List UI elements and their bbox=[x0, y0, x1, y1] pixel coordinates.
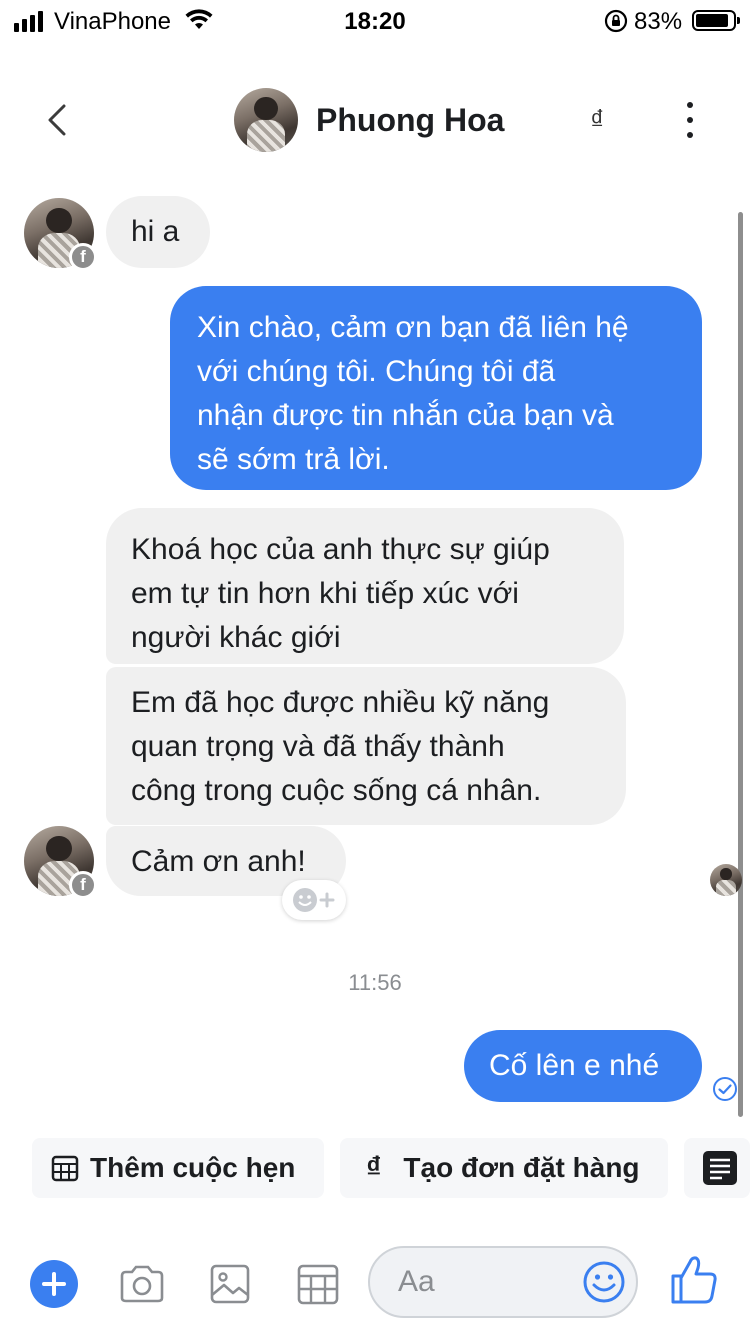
back-button[interactable] bbox=[36, 98, 80, 142]
facebook-icon: f bbox=[69, 871, 97, 899]
message-line: với chúng tôi. Chúng tôi đã bbox=[197, 355, 556, 388]
avatar: f bbox=[24, 826, 97, 899]
quick-reply-label: Tạo đơn đặt hàng bbox=[403, 1152, 640, 1183]
message-text: Cố lên e nhé bbox=[489, 1049, 660, 1082]
message-line: công trong cuộc sống cá nhân. bbox=[131, 774, 542, 807]
message-text: hi a bbox=[131, 215, 180, 248]
thumbs-up-icon bbox=[671, 1256, 717, 1304]
message-input[interactable] bbox=[398, 1262, 578, 1302]
more-vertical-icon bbox=[687, 102, 693, 108]
calendar-button[interactable] bbox=[294, 1260, 342, 1308]
message-line: quan trọng và đã thấy thành bbox=[131, 730, 505, 763]
message-line: sẽ sớm trả lời. bbox=[197, 443, 390, 476]
add-appointment-button[interactable]: Thêm cuộc hẹn bbox=[32, 1138, 324, 1198]
battery-icon bbox=[692, 10, 740, 31]
plus-button[interactable] bbox=[30, 1260, 78, 1308]
message-line: Em đã học được nhiều kỹ năng bbox=[131, 686, 550, 719]
message-bubble-incoming[interactable]: Em đã học được nhiều kỹ năng quan trọng … bbox=[106, 667, 626, 825]
like-button[interactable] bbox=[670, 1254, 718, 1306]
message-bubble-outgoing[interactable]: Xin chào, cảm ơn bạn đã liên hệ với chún… bbox=[170, 286, 702, 490]
emoji-icon bbox=[583, 1261, 625, 1303]
image-icon bbox=[210, 1264, 250, 1304]
delivered-check-icon bbox=[712, 1076, 738, 1102]
dong-icon[interactable]: ₫ bbox=[590, 104, 604, 136]
orientation-lock-icon bbox=[604, 9, 628, 38]
camera-button[interactable] bbox=[118, 1260, 166, 1308]
facebook-icon: f bbox=[69, 243, 97, 271]
image-button[interactable] bbox=[206, 1260, 254, 1308]
avatar: f bbox=[24, 198, 97, 271]
camera-icon bbox=[120, 1265, 164, 1303]
plus-icon bbox=[42, 1272, 66, 1296]
add-reaction-button[interactable] bbox=[282, 880, 346, 920]
emoji-button[interactable] bbox=[582, 1260, 626, 1304]
avatar[interactable] bbox=[234, 88, 298, 152]
calendar-icon bbox=[50, 1153, 80, 1183]
quick-reply-label: Thêm cuộc hẹn bbox=[90, 1152, 296, 1183]
composer bbox=[0, 1240, 750, 1330]
more-actions-button[interactable] bbox=[684, 1138, 750, 1198]
seen-avatar bbox=[710, 864, 742, 896]
message-bubble-incoming[interactable]: Khoá học của anh thực sự giúp em tự tin … bbox=[106, 508, 624, 664]
message-line: Khoá học của anh thực sự giúp bbox=[131, 533, 550, 566]
calendar-icon bbox=[297, 1264, 339, 1305]
message-line: nhận được tin nhắn của bạn và bbox=[197, 399, 614, 432]
list-icon bbox=[702, 1150, 738, 1186]
status-bar: VinaPhone 18:20 83% bbox=[0, 0, 750, 40]
conversation-header: Phuong Hoa ₫ bbox=[0, 60, 750, 180]
add-reaction-icon bbox=[293, 888, 335, 912]
create-order-button[interactable]: ₫ Tạo đơn đặt hàng bbox=[340, 1138, 668, 1198]
timestamp: 11:56 bbox=[348, 970, 402, 995]
battery-percent: 83% bbox=[634, 8, 683, 35]
message-line: em tự tin hơn khi tiếp xúc với bbox=[131, 577, 519, 610]
dong-icon: ₫ bbox=[366, 1151, 382, 1184]
message-bubble-outgoing[interactable]: Cố lên e nhé bbox=[464, 1030, 702, 1102]
contact-name[interactable]: Phuong Hoa bbox=[316, 102, 504, 139]
message-bubble-incoming[interactable]: hi a bbox=[106, 196, 210, 268]
back-icon bbox=[48, 104, 66, 136]
message-text: Cảm ơn anh! bbox=[131, 845, 306, 878]
more-options-button[interactable] bbox=[676, 102, 704, 138]
message-line: người khác giới bbox=[131, 621, 341, 654]
quick-replies: Thêm cuộc hẹn ₫ Tạo đơn đặt hàng bbox=[32, 1138, 750, 1198]
message-line: Xin chào, cảm ơn bạn đã liên hệ bbox=[197, 311, 629, 344]
